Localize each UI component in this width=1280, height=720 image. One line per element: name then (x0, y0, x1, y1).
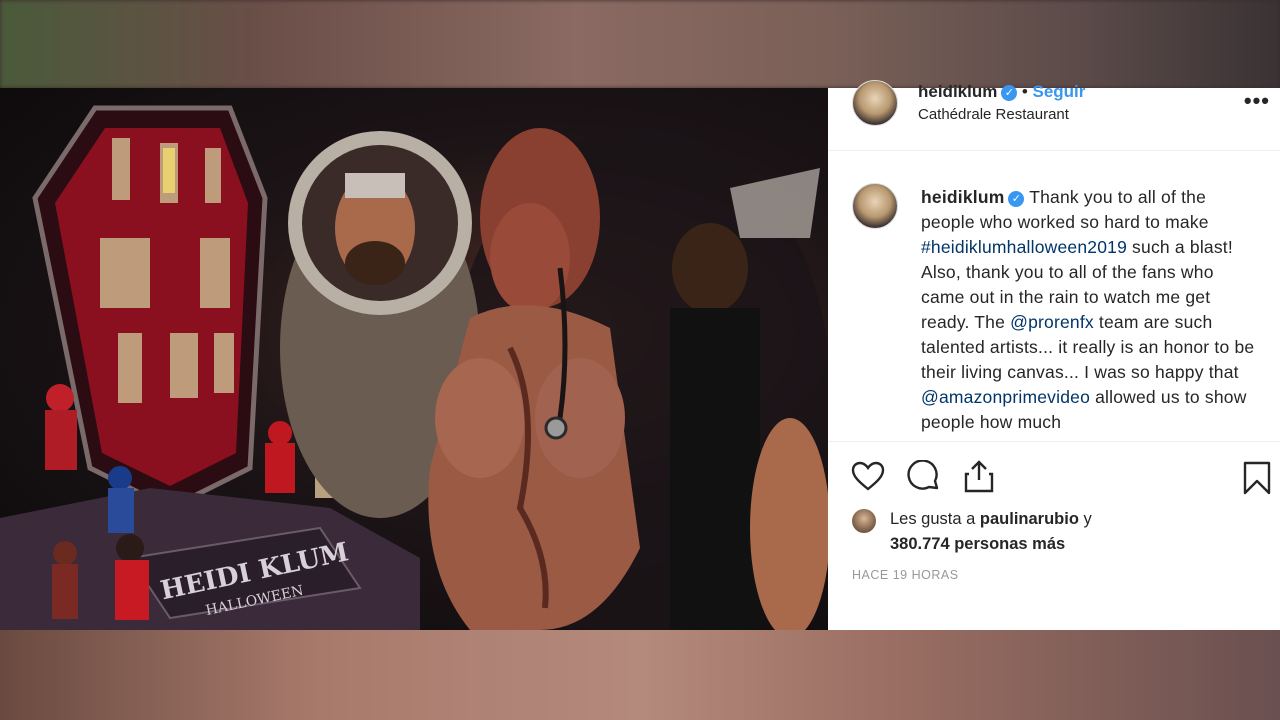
location-link[interactable]: Cathédrale Restaurant (918, 106, 1069, 123)
author-username[interactable]: heidiklum (918, 82, 997, 101)
heart-icon[interactable] (850, 460, 886, 492)
post-header: heidiklum ✓ • Seguir Cathédrale Restauran… (828, 80, 1280, 151)
post-side-panel: heidiklum ✓ • Seguir Cathédrale Restauran… (828, 80, 1280, 630)
caption-text: heidiklum ✓ Thank you to all of the peopl… (921, 185, 1261, 435)
separator-dot: • (1021, 82, 1033, 101)
blurred-background-top (0, 0, 1280, 88)
post-timestamp[interactable]: HACE 19 HORAS (852, 568, 959, 582)
mention-link[interactable]: @amazonprimevideo (921, 387, 1090, 407)
verified-icon: ✓ (1008, 191, 1025, 207)
action-bar (828, 448, 1280, 495)
caption-username[interactable]: heidiklum (921, 187, 1004, 207)
mention-link[interactable]: @prorenfx (1010, 312, 1094, 332)
bookmark-icon[interactable] (1242, 460, 1272, 496)
author-avatar[interactable] (852, 80, 898, 126)
follow-button[interactable]: Seguir (1033, 82, 1086, 101)
hashtag-link[interactable]: #heidiklumhalloween2019 (921, 237, 1127, 257)
post-caption: heidiklum ✓ Thank you to all of the peopl… (828, 151, 1280, 442)
post-photo[interactable]: HEIDI KLUM HALLOWEEN (0, 88, 828, 630)
caption-author-avatar[interactable] (852, 183, 898, 229)
liker-username[interactable]: paulinarubio (980, 510, 1079, 528)
share-icon[interactable] (962, 458, 996, 494)
more-options-icon[interactable]: ••• (1244, 88, 1270, 114)
likes-suffix: y (1078, 510, 1092, 528)
likes-prefix: Les gusta a (890, 510, 980, 528)
photo-illustration: HEIDI KLUM HALLOWEEN (0, 105, 828, 630)
likes-count[interactable]: 380.774 personas más (890, 535, 1065, 554)
blurred-background-bottom (0, 630, 1280, 720)
liker-avatar[interactable] (852, 509, 876, 533)
comment-icon[interactable] (906, 460, 942, 494)
verified-icon: ✓ (1001, 85, 1018, 101)
